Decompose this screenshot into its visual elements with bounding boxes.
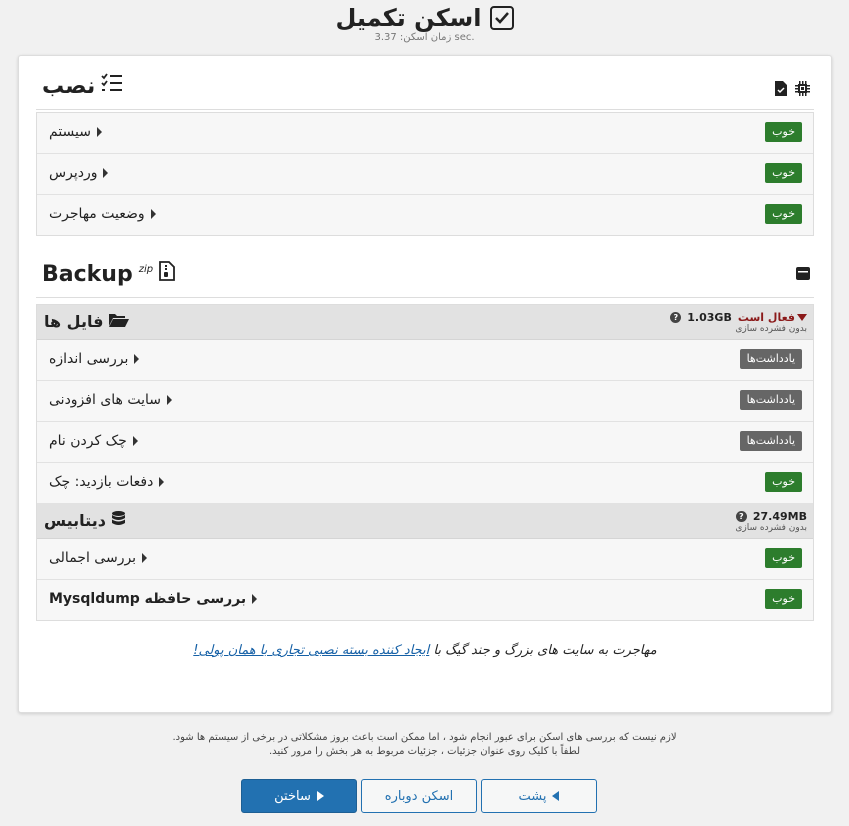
files-size: 1.03GB: [687, 311, 732, 324]
caret-right-icon: [159, 477, 165, 487]
active-label: فعال است: [737, 311, 795, 324]
row-label: وردپرس: [49, 165, 98, 181]
files-compression: بدون فشرده سازی: [735, 324, 807, 334]
status-badge: خوب: [765, 548, 802, 568]
row-label: سیستم: [49, 124, 91, 140]
promo-text: مهاجرت به سایت های بزرگ و جند گیگ با ایج…: [19, 643, 831, 658]
status-badge: یادداشت‌ها: [739, 390, 802, 410]
rescan-label: اسکن دوباره: [384, 788, 454, 804]
zip-file-icon: [159, 261, 175, 287]
row-label: چک کردن نام: [49, 433, 127, 449]
row-name-check[interactable]: چک کردن نام یادداشت‌ها: [37, 422, 813, 463]
status-badge: یادداشت‌ها: [739, 349, 802, 369]
action-buttons: ساختن اسکن دوباره پشت: [0, 779, 849, 815]
row-label: دفعات بازدید: چک: [49, 474, 154, 490]
promo-link[interactable]: ایجاد کننده بسته نصبی تجاری با همان پولی…: [193, 643, 429, 658]
checkbox-icon: [489, 6, 514, 30]
scan-card: نصب سیستم خوب وردپرس خوب وضعیت مهاجرت خو…: [18, 55, 832, 713]
row-label: سایت های افزودنی: [49, 392, 162, 408]
files-group-header: فایل ها ? 1.03GB فعال است بدون فشرده ساز…: [37, 305, 813, 340]
caret-right-icon: [150, 209, 156, 219]
play-icon: [316, 791, 324, 801]
footer-line-2: لطفاً با کلیک روی عنوان جزئیات ، جزئیات …: [269, 746, 580, 757]
row-overview[interactable]: بررسی اجمالی خوب: [37, 539, 813, 580]
backup-format: zip: [138, 263, 154, 275]
file-icon[interactable]: [775, 81, 787, 100]
status-badge: خوب: [765, 163, 802, 183]
rescan-button[interactable]: اسکن دوباره: [361, 779, 477, 813]
help-icon[interactable]: ?: [670, 312, 682, 323]
row-label: بررسی اندازه: [49, 351, 129, 367]
help-icon[interactable]: ?: [735, 511, 747, 522]
page-title: اسکن تکمیل: [335, 4, 514, 32]
database-title: دیتابیس: [44, 511, 125, 530]
back-label: پشت: [518, 788, 547, 804]
database-title-text: دیتابیس: [44, 511, 106, 530]
database-compression: بدون فشرده سازی: [735, 523, 807, 533]
status-badge: خوب: [765, 204, 802, 224]
footer-note: لازم نیست که بررسی های اسکن برای عبور ان…: [0, 731, 849, 759]
build-button[interactable]: ساختن: [241, 779, 357, 813]
scan-time: زمان اسکن: 3.37 sec.: [374, 32, 475, 43]
backup-title: Backup zip: [42, 261, 175, 287]
caret-right-icon: [132, 436, 138, 446]
backup-rows: فایل ها ? 1.03GB فعال است بدون فشرده ساز…: [36, 304, 814, 621]
chip-icon[interactable]: [795, 81, 810, 100]
database-icon: [111, 511, 125, 530]
status-badge: یادداشت‌ها: [739, 431, 802, 451]
row-migration-status[interactable]: وضعیت مهاجرت خوب: [37, 195, 813, 235]
caret-right-icon: [103, 168, 109, 178]
row-hits-check[interactable]: دفعات بازدید: چک خوب: [37, 463, 813, 504]
caret-right-icon: [167, 395, 173, 405]
filter-icon: [797, 314, 807, 321]
header: اسکن تکمیل زمان اسکن: 3.37 sec.: [0, 0, 849, 55]
checklist-icon: [101, 73, 123, 99]
archive-icon[interactable]: [796, 265, 810, 284]
status-badge: خوب: [765, 472, 802, 492]
row-system[interactable]: سیستم خوب: [37, 113, 813, 154]
row-label: وضعیت مهاجرت: [49, 206, 145, 222]
files-title: فایل ها: [44, 312, 130, 331]
install-title-text: نصب: [42, 73, 96, 99]
back-button[interactable]: پشت: [481, 779, 597, 813]
database-size: 27.49MB: [752, 510, 807, 523]
promo-text-body: مهاجرت به سایت های بزرگ و جند گیگ با: [429, 643, 657, 658]
backup-section-header: Backup zip: [36, 253, 814, 298]
files-active-flag[interactable]: فعال است: [738, 311, 807, 324]
status-badge: خوب: [765, 589, 802, 609]
back-arrow-icon: [552, 791, 560, 801]
row-label: بررسی حافظه Mysqldump: [49, 591, 247, 607]
build-label: ساختن: [274, 788, 311, 804]
caret-right-icon: [252, 594, 258, 604]
row-wordpress[interactable]: وردپرس خوب: [37, 154, 813, 195]
status-badge: خوب: [765, 122, 802, 142]
footer-line-1: لازم نیست که بررسی های اسکن برای عبور ان…: [172, 732, 677, 743]
row-addon-sites[interactable]: سایت های افزودنی یادداشت‌ها: [37, 381, 813, 422]
folder-open-icon: [109, 312, 130, 331]
row-mysqldump[interactable]: بررسی حافظه Mysqldump خوب: [37, 580, 813, 620]
install-rows: سیستم خوب وردپرس خوب وضعیت مهاجرت خوب: [36, 112, 814, 236]
database-group-header: دیتابیس ? 27.49MB بدون فشرده سازی: [37, 504, 813, 539]
page-title-text: اسکن تکمیل: [335, 4, 482, 32]
row-label: بررسی اجمالی: [49, 550, 137, 566]
caret-right-icon: [134, 354, 140, 364]
row-size-check[interactable]: بررسی اندازه یادداشت‌ها: [37, 340, 813, 381]
files-title-text: فایل ها: [44, 312, 104, 331]
install-title: نصب: [42, 73, 123, 99]
caret-right-icon: [97, 127, 102, 137]
caret-right-icon: [142, 553, 148, 563]
backup-title-text: Backup: [42, 261, 133, 287]
install-section-header: نصب: [36, 65, 814, 110]
